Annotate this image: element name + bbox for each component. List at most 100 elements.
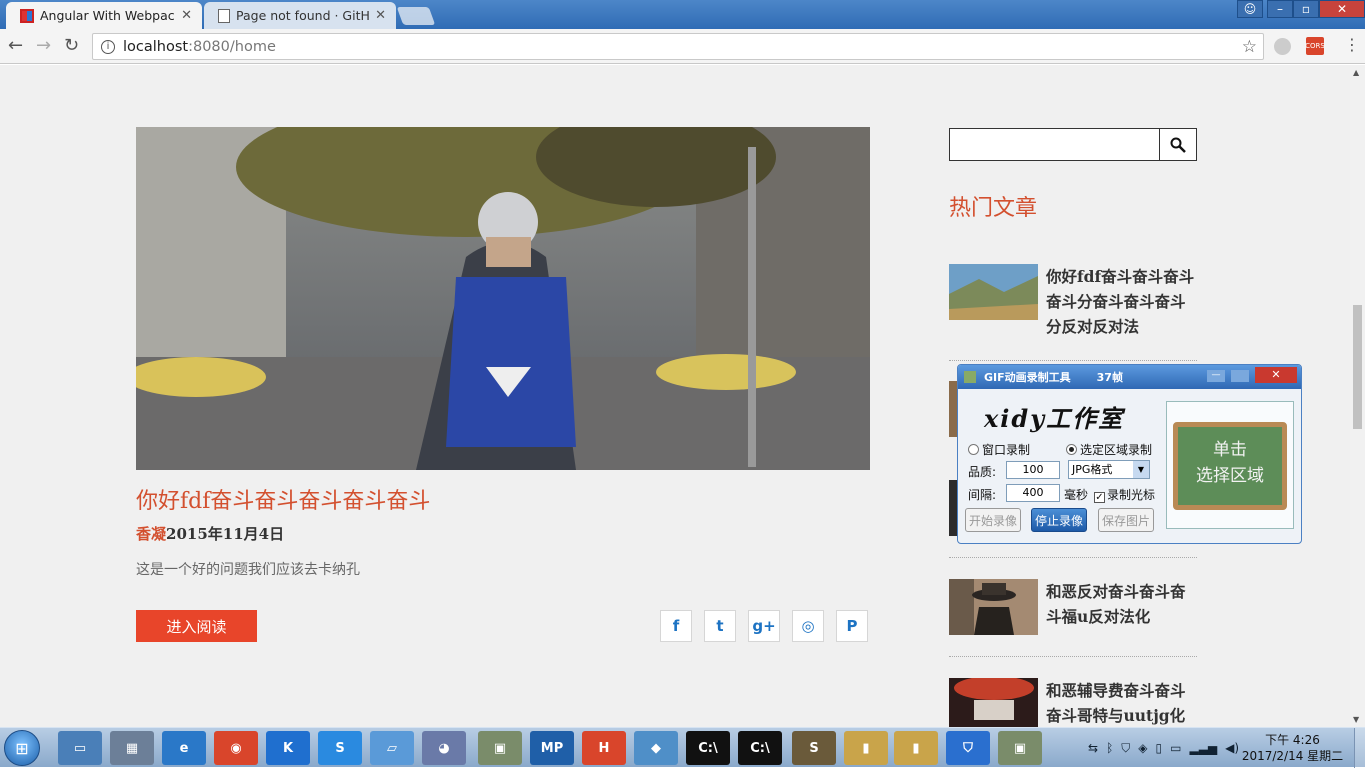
- tab-angular-webpack[interactable]: Angular With Webpack ✕: [6, 2, 202, 29]
- post-hero-image: [136, 127, 870, 470]
- close-window-button[interactable]: ✕: [1319, 0, 1365, 18]
- vs-app-icon[interactable]: ◆: [634, 731, 678, 765]
- select-region-button[interactable]: 单击 选择区域: [1173, 422, 1287, 510]
- explorer-icon[interactable]: ▦: [110, 731, 154, 765]
- facebook-icon[interactable]: f: [660, 610, 692, 642]
- volume-icon[interactable]: ◀): [1225, 741, 1239, 755]
- back-arrow-icon[interactable]: ←: [8, 35, 23, 56]
- radio-icon: [968, 444, 979, 455]
- extension-icon[interactable]: [1274, 38, 1291, 55]
- window-record-option[interactable]: 窗口录制: [968, 441, 1030, 458]
- menu-icon[interactable]: ⋮: [1344, 35, 1360, 54]
- s-app-icon[interactable]: S: [318, 731, 362, 765]
- search-button[interactable]: [1159, 129, 1196, 160]
- article-title[interactable]: 和恶反对奋斗奋斗奋斗福u反对法化: [1046, 579, 1198, 629]
- close-icon[interactable]: ✕: [181, 8, 192, 23]
- power-icon[interactable]: ▯: [1156, 741, 1163, 755]
- twitter-icon[interactable]: t: [704, 610, 736, 642]
- dribbble-icon[interactable]: ◎: [792, 610, 824, 642]
- scroll-up-icon[interactable]: ▲: [1353, 68, 1359, 77]
- cors-extension-icon[interactable]: CORS: [1305, 37, 1325, 55]
- maximize-button[interactable]: ▫: [1293, 0, 1319, 18]
- article-thumbnail: [949, 579, 1038, 635]
- stop-record-button[interactable]: 停止录像: [1031, 508, 1087, 532]
- article-title[interactable]: 你好fdf奋斗奋斗奋斗奋斗分奋斗奋斗奋斗分反对反对法: [1046, 264, 1198, 339]
- checkbox-checked-icon: ✓: [1094, 492, 1105, 503]
- interval-label: 间隔:: [968, 488, 997, 502]
- article-title[interactable]: 和恶辅导费奋斗奋斗奋斗哥特与uutjg化: [1046, 678, 1198, 727]
- security-icon[interactable]: ◈: [1138, 741, 1147, 755]
- show-desktop-button[interactable]: [1354, 728, 1365, 768]
- address-bar[interactable]: i localhost:8080/home ☆: [92, 33, 1264, 60]
- article-thumbnail: [949, 678, 1038, 727]
- format-select[interactable]: JPG格式 ▼: [1068, 460, 1150, 479]
- terminal-icon[interactable]: C:\: [738, 731, 782, 765]
- record-cursor-option[interactable]: ✓ 录制光标: [1094, 486, 1155, 503]
- shield-icon[interactable]: ⛉: [946, 731, 990, 765]
- google-plus-icon[interactable]: g+: [748, 610, 780, 642]
- minimize-button[interactable]: –: [1267, 0, 1293, 18]
- radio-label: 窗口录制: [982, 443, 1031, 457]
- tab-page-not-found[interactable]: Page not found · GitHub ✕: [204, 2, 396, 29]
- minimize-button[interactable]: —: [1207, 370, 1225, 382]
- signal-icon[interactable]: ▂▃▅: [1189, 741, 1217, 755]
- radio-label: 选定区域录制: [1080, 443, 1153, 457]
- save-image-button[interactable]: 保存图片: [1098, 508, 1154, 532]
- page-content: 你好fdf奋斗奋斗奋斗奋斗奋斗 香凝2015年11月4日 这是一个好的问题我们应…: [0, 65, 1350, 727]
- gif-title-bar[interactable]: GIF动画录制工具 37帧: [958, 365, 1301, 389]
- post-title[interactable]: 你好fdf奋斗奋斗奋斗奋斗奋斗: [136, 483, 430, 515]
- scroll-down-icon[interactable]: ▼: [1353, 715, 1359, 724]
- mp-app-icon[interactable]: MP: [530, 731, 574, 765]
- user-icon[interactable]: ☺: [1237, 0, 1263, 18]
- start-record-button[interactable]: 开始录像: [965, 508, 1021, 532]
- maximize-button[interactable]: [1231, 370, 1249, 382]
- new-tab-button[interactable]: [396, 7, 436, 25]
- chrome-icon[interactable]: ◉: [214, 731, 258, 765]
- desktop-icon[interactable]: ▭: [58, 731, 102, 765]
- bookmark-star-icon[interactable]: ☆: [1242, 37, 1257, 57]
- ie-icon[interactable]: e: [162, 731, 206, 765]
- gif-tool-icon[interactable]: ▣: [998, 731, 1042, 765]
- pinterest-icon[interactable]: P: [836, 610, 868, 642]
- reload-icon[interactable]: ↻: [64, 35, 79, 56]
- popular-articles-heading: 热门文章: [949, 196, 1038, 221]
- document-icon: [218, 8, 230, 23]
- url-host: localhost: [123, 38, 189, 55]
- app-icon: [964, 371, 976, 383]
- browser-tab-strip: Angular With Webpack ✕ Page not found · …: [0, 0, 1365, 29]
- browser-toolbar: ← → ↻ i localhost:8080/home ☆ CORS ⋮: [0, 29, 1365, 64]
- post-author[interactable]: 香凝: [136, 525, 166, 543]
- read-more-button[interactable]: 进入阅读: [136, 610, 257, 642]
- region-record-option[interactable]: 选定区域录制: [1066, 441, 1152, 458]
- folder-icon[interactable]: ▮: [894, 731, 938, 765]
- scroll-thumb[interactable]: [1353, 305, 1362, 429]
- bluetooth-icon[interactable]: ᛒ: [1106, 741, 1113, 755]
- k-app-icon[interactable]: K: [266, 731, 310, 765]
- page-scrollbar[interactable]: ▲ ▼: [1350, 65, 1365, 727]
- search-input[interactable]: [949, 128, 1197, 161]
- search-icon: [1170, 137, 1186, 153]
- sublime-icon[interactable]: S: [792, 731, 836, 765]
- select-region-panel[interactable]: 单击 选择区域: [1166, 401, 1294, 529]
- h-app-icon[interactable]: H: [582, 731, 626, 765]
- notepad-icon[interactable]: ▱: [370, 731, 414, 765]
- shield-icon[interactable]: ⛉: [1121, 741, 1130, 756]
- clock[interactable]: 下午 4:26 2017/2/14 星期二: [1240, 732, 1345, 764]
- quality-field[interactable]: 100: [1006, 461, 1060, 479]
- checkbox-label: 录制光标: [1107, 488, 1156, 502]
- interval-field[interactable]: 400: [1006, 484, 1060, 502]
- terminal-icon[interactable]: C:\: [686, 731, 730, 765]
- close-button[interactable]: ✕: [1255, 367, 1297, 383]
- start-button[interactable]: ⊞: [4, 730, 40, 766]
- close-icon[interactable]: ✕: [375, 8, 386, 23]
- brand-logo: xidy工作室: [984, 404, 1125, 433]
- github-icon[interactable]: ◕: [422, 731, 466, 765]
- board-line-2: 选择区域: [1196, 466, 1264, 486]
- folder-icon[interactable]: ▮: [844, 731, 888, 765]
- info-icon[interactable]: i: [101, 39, 115, 54]
- forward-arrow-icon[interactable]: →: [36, 35, 51, 56]
- monitor-icon[interactable]: ▭: [1170, 741, 1181, 755]
- gif-tool-icon[interactable]: ▣: [478, 731, 522, 765]
- network-app-icon[interactable]: ⇆: [1088, 741, 1098, 755]
- taskbar: ⊞ ▭ ▦ e ◉ K S ▱ ◕ ▣ MP H ◆ C:\ C:\ S ▮ ▮…: [0, 727, 1365, 768]
